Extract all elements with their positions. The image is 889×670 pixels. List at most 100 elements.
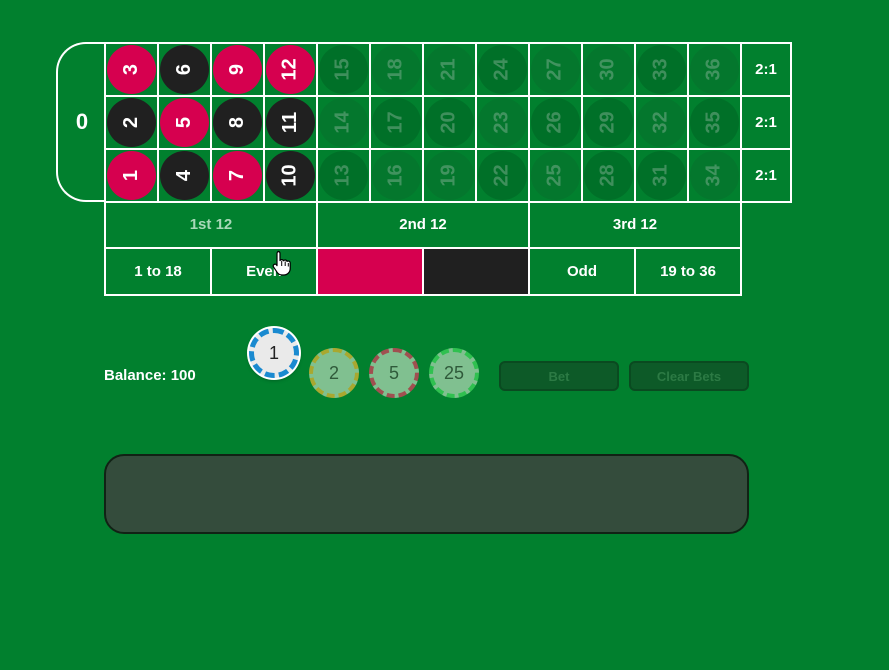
number-36: 36 (690, 45, 739, 94)
number-cell[interactable]: 36 (689, 44, 742, 97)
number-cell[interactable]: 6 (159, 44, 212, 97)
number-label: 1 (120, 169, 142, 182)
number-cell[interactable]: 15 (318, 44, 371, 97)
number-cell[interactable]: 35 (689, 97, 742, 150)
number-1: 1 (107, 151, 156, 200)
number-cell[interactable]: 26 (530, 97, 583, 150)
number-label: 19 (438, 164, 460, 187)
number-cell[interactable]: 11 (265, 97, 318, 150)
number-cell[interactable]: 4 (159, 150, 212, 203)
number-cell[interactable]: 8 (212, 97, 265, 150)
number-label: 28 (597, 164, 619, 187)
number-8: 8 (213, 98, 262, 147)
high-bet[interactable]: 19 to 36 (636, 249, 742, 296)
number-label: 20 (438, 111, 460, 134)
number-26: 26 (531, 98, 580, 147)
number-label: 22 (491, 164, 513, 187)
zero-bet[interactable]: 0 (56, 42, 106, 202)
number-label: 32 (650, 111, 672, 134)
number-label: 4 (173, 169, 195, 182)
number-label: 17 (385, 111, 407, 134)
number-cell[interactable]: 5 (159, 97, 212, 150)
hand-cursor-icon (272, 250, 291, 276)
number-10: 10 (266, 151, 315, 200)
even-bet[interactable]: Even (212, 249, 318, 296)
number-cell[interactable]: 29 (583, 97, 636, 150)
number-cell[interactable]: 25 (530, 150, 583, 203)
number-cell[interactable]: 31 (636, 150, 689, 203)
number-24: 24 (478, 45, 527, 94)
number-5: 5 (160, 98, 209, 147)
bet-button[interactable]: Bet (499, 361, 619, 391)
column-bet[interactable]: 2:1 (742, 150, 792, 203)
number-13: 13 (319, 151, 368, 200)
number-label: 34 (703, 164, 725, 187)
column-bet[interactable]: 2:1 (742, 44, 792, 97)
dozen-3rd[interactable]: 3rd 12 (530, 202, 742, 249)
number-cell[interactable]: 19 (424, 150, 477, 203)
number-cell[interactable]: 27 (530, 44, 583, 97)
number-cell[interactable]: 1 (106, 150, 159, 203)
number-cell[interactable]: 20 (424, 97, 477, 150)
number-label: 35 (703, 111, 725, 134)
number-15: 15 (319, 45, 368, 94)
number-cell[interactable]: 16 (371, 150, 424, 203)
number-label: 25 (544, 164, 566, 187)
number-21: 21 (425, 45, 474, 94)
chip-5[interactable]: 5 (369, 348, 419, 398)
number-32: 32 (637, 98, 686, 147)
number-label: 26 (544, 111, 566, 134)
red-bet[interactable] (318, 249, 424, 296)
number-cell[interactable]: 28 (583, 150, 636, 203)
number-cell[interactable]: 17 (371, 97, 424, 150)
number-cell[interactable]: 12 (265, 44, 318, 97)
number-19: 19 (425, 151, 474, 200)
number-cell[interactable]: 7 (212, 150, 265, 203)
number-cell[interactable]: 21 (424, 44, 477, 97)
number-cell[interactable]: 14 (318, 97, 371, 150)
number-label: 8 (226, 116, 248, 129)
chip-2[interactable]: 2 (309, 348, 359, 398)
column-bet[interactable]: 2:1 (742, 97, 792, 150)
number-29: 29 (584, 98, 633, 147)
number-28: 28 (584, 151, 633, 200)
number-cell[interactable]: 18 (371, 44, 424, 97)
number-cell[interactable]: 9 (212, 44, 265, 97)
number-cell[interactable]: 23 (477, 97, 530, 150)
odd-bet[interactable]: Odd (530, 249, 636, 296)
number-35: 35 (690, 98, 739, 147)
chip-25[interactable]: 25 (429, 348, 479, 398)
number-25: 25 (531, 151, 580, 200)
number-label: 21 (438, 58, 460, 81)
number-cell[interactable]: 2 (106, 97, 159, 150)
number-cell[interactable]: 3 (106, 44, 159, 97)
number-label: 12 (279, 58, 301, 81)
black-bet[interactable] (424, 249, 530, 296)
number-22: 22 (478, 151, 527, 200)
number-label: 24 (491, 58, 513, 81)
number-cell[interactable]: 13 (318, 150, 371, 203)
number-cell[interactable]: 30 (583, 44, 636, 97)
number-label: 10 (279, 164, 301, 187)
number-cell[interactable]: 22 (477, 150, 530, 203)
number-cell[interactable]: 33 (636, 44, 689, 97)
chip-1[interactable]: 1 (249, 328, 299, 378)
number-label: 36 (703, 58, 725, 81)
number-label: 31 (650, 164, 672, 187)
number-label: 6 (173, 63, 195, 76)
number-12: 12 (266, 45, 315, 94)
number-label: 16 (385, 164, 407, 187)
number-label: 9 (226, 63, 248, 76)
number-cell[interactable]: 24 (477, 44, 530, 97)
number-label: 30 (597, 58, 619, 81)
dozen-2nd[interactable]: 2nd 12 (318, 202, 530, 249)
dozen-1st[interactable]: 1st 12 (106, 202, 318, 249)
number-label: 23 (491, 111, 513, 134)
clear-bets-button[interactable]: Clear Bets (629, 361, 749, 391)
number-cell[interactable]: 34 (689, 150, 742, 203)
number-cell[interactable]: 32 (636, 97, 689, 150)
number-label: 3 (120, 63, 142, 76)
number-label: 15 (332, 58, 354, 81)
low-bet[interactable]: 1 to 18 (106, 249, 212, 296)
number-cell[interactable]: 10 (265, 150, 318, 203)
